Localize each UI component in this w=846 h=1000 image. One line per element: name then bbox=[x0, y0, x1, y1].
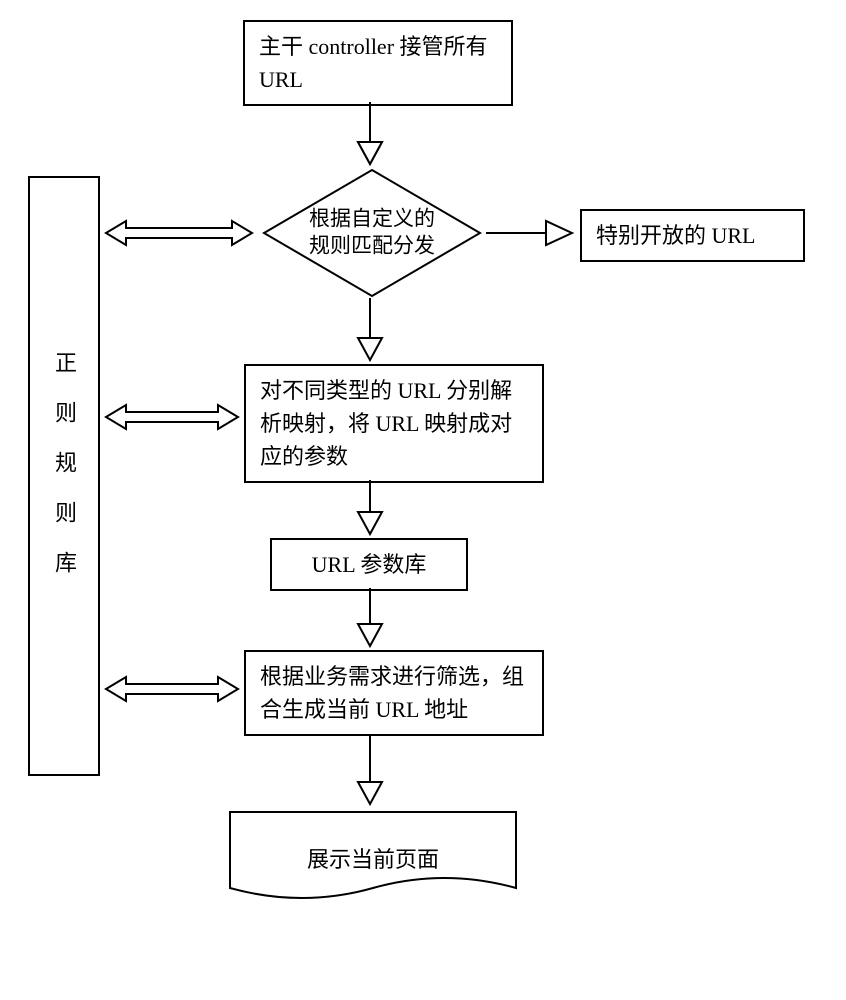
step1-text: 主干 controller 接管所有 URL bbox=[259, 34, 488, 92]
display-text: 展示当前页面 bbox=[307, 847, 439, 872]
regex-rule-repo-label: 正则规则库 bbox=[48, 351, 80, 601]
decision-line2: 规则匹配分发 bbox=[309, 234, 435, 258]
arrow-right-special bbox=[486, 216, 576, 250]
step2-box: 对不同类型的 URL 分别解析映射，将 URL 映射成对应的参数 bbox=[244, 364, 544, 483]
step3-text: 根据业务需求进行筛选，组合生成当前 URL 地址 bbox=[260, 664, 524, 722]
arrow-down-3 bbox=[340, 480, 400, 538]
decision-label: 根据自定义的 规则匹配分发 bbox=[262, 206, 482, 261]
decision-line1: 根据自定义的 bbox=[309, 207, 435, 231]
arrow-down-2 bbox=[340, 298, 400, 364]
double-arrow-1 bbox=[104, 216, 254, 250]
param-store-text: URL 参数库 bbox=[312, 552, 427, 577]
double-arrow-2 bbox=[104, 400, 240, 434]
decision-diamond: 根据自定义的 规则匹配分发 bbox=[262, 168, 482, 298]
arrow-down-5 bbox=[340, 736, 400, 808]
arrow-down-1 bbox=[340, 102, 400, 168]
special-url-text: 特别开放的 URL bbox=[596, 223, 756, 248]
step1-box: 主干 controller 接管所有 URL bbox=[243, 20, 513, 106]
double-arrow-3 bbox=[104, 672, 240, 706]
special-url-box: 特别开放的 URL bbox=[580, 209, 805, 262]
step3-box: 根据业务需求进行筛选，组合生成当前 URL 地址 bbox=[244, 650, 544, 736]
param-store-box: URL 参数库 bbox=[270, 538, 468, 591]
display-box: 展示当前页面 bbox=[228, 810, 518, 910]
arrow-down-4 bbox=[340, 588, 400, 650]
step2-text: 对不同类型的 URL 分别解析映射，将 URL 映射成对应的参数 bbox=[260, 378, 512, 469]
regex-rule-repo-box: 正则规则库 bbox=[28, 176, 100, 776]
